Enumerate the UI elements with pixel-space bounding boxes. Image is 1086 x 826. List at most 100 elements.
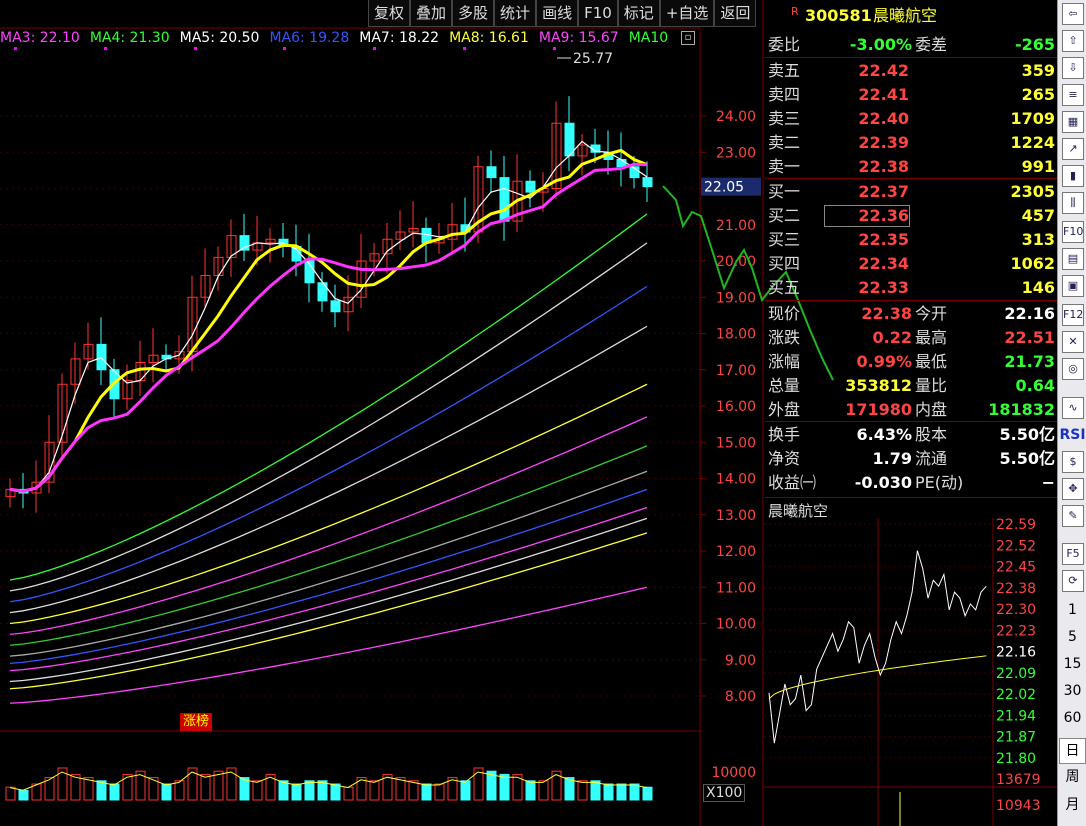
ma5-label: MA5: 20.50 bbox=[180, 30, 259, 50]
volume-bar bbox=[434, 783, 445, 801]
wave-icon[interactable]: ∿ bbox=[1062, 397, 1084, 419]
chart-icon[interactable]: ✕ bbox=[1062, 331, 1084, 353]
mini-y-tick-label: 22.38 bbox=[996, 581, 1036, 597]
divider bbox=[765, 421, 1057, 422]
level-volume: 265 bbox=[1021, 85, 1055, 104]
fuquan-button[interactable]: 复权 bbox=[368, 0, 411, 27]
doc-icon[interactable]: ▣ bbox=[1062, 275, 1084, 297]
selected-level-box bbox=[824, 205, 910, 227]
bid-row[interactable]: 买四 22.34 1062 bbox=[765, 252, 1057, 276]
ask-row[interactable]: 卖二 22.39 1224 bbox=[765, 131, 1057, 155]
stat-value: 0.22 bbox=[872, 328, 912, 347]
y-tick-label: 17.00 bbox=[716, 363, 756, 379]
fund-value: − bbox=[1041, 473, 1055, 492]
stock-code: 300581 bbox=[805, 6, 872, 25]
fund-value: -0.030 bbox=[854, 473, 912, 492]
fund-row: 收益㈠ -0.030 PE(动) − bbox=[765, 471, 1057, 495]
y-tick-label: 12.00 bbox=[716, 544, 756, 560]
f12-icon[interactable]: F12 bbox=[1062, 304, 1084, 326]
multi-stock-button[interactable]: 多股 bbox=[452, 0, 495, 27]
candle-body bbox=[486, 166, 497, 179]
mini-y-tick-label: 21.80 bbox=[996, 751, 1036, 767]
mini-y-tick-label: 22.30 bbox=[996, 602, 1036, 618]
bid-row[interactable]: 买二 22.36 457 bbox=[765, 204, 1057, 228]
dollar-icon[interactable]: $ bbox=[1062, 451, 1084, 473]
ma4-label: MA4: 21.30 bbox=[90, 30, 170, 50]
ask-row[interactable]: 卖一 22.38 991 bbox=[765, 155, 1057, 179]
volume-bar bbox=[460, 780, 471, 801]
period-month[interactable]: 月 bbox=[1058, 794, 1086, 814]
mini-volume-tick-label: 10943 bbox=[996, 798, 1041, 814]
volume-bar bbox=[291, 783, 302, 801]
pencil-icon[interactable]: ✎ bbox=[1062, 505, 1084, 527]
arrow-up-icon[interactable]: ⇧ bbox=[1062, 30, 1084, 52]
stat-row: 现价 22.38 今开 22.16 bbox=[765, 302, 1057, 326]
line-chart-icon[interactable]: ↗ bbox=[1062, 138, 1084, 160]
candle-body bbox=[330, 300, 341, 313]
f10-button[interactable]: F10 bbox=[578, 0, 618, 27]
zhangbang-badge[interactable]: 涨榜 bbox=[180, 713, 213, 731]
draw-line-button[interactable]: 画线 bbox=[536, 0, 579, 27]
f10-icon[interactable]: F10 bbox=[1062, 221, 1084, 243]
period-15[interactable]: 15 bbox=[1058, 656, 1086, 672]
f5-icon[interactable]: F5 bbox=[1062, 543, 1084, 565]
mini-y-tick-label: 22.45 bbox=[996, 560, 1036, 576]
ma-line bbox=[9, 140, 648, 492]
volume-bar bbox=[96, 780, 107, 801]
level-price: 22.42 bbox=[858, 61, 909, 80]
arrow-left-icon[interactable]: ⇦ bbox=[1062, 3, 1084, 25]
stat-label: 现价 bbox=[768, 304, 801, 323]
period-60[interactable]: 60 bbox=[1058, 710, 1086, 726]
stat-value: 181832 bbox=[988, 400, 1055, 419]
period-5[interactable]: 5 bbox=[1058, 629, 1086, 645]
level-label: 买一 bbox=[768, 182, 801, 201]
stat-value: 171980 bbox=[845, 400, 912, 419]
move-icon[interactable]: ✥ bbox=[1062, 478, 1084, 500]
candle-icon[interactable]: ▮ bbox=[1062, 165, 1084, 187]
level-price: 22.38 bbox=[858, 157, 909, 176]
arrow-down-icon[interactable]: ⇩ bbox=[1062, 57, 1084, 79]
grid-icon[interactable]: ▦ bbox=[1062, 111, 1084, 133]
candle-body bbox=[96, 343, 107, 371]
period-day[interactable]: 日 bbox=[1059, 738, 1086, 764]
bid-row[interactable]: 买一 22.37 2305 bbox=[765, 180, 1057, 204]
period-1[interactable]: 1 bbox=[1058, 602, 1086, 618]
ask-row[interactable]: 卖四 22.41 265 bbox=[765, 83, 1057, 107]
mark-button[interactable]: 标记 bbox=[617, 0, 660, 27]
volume-bar bbox=[343, 786, 354, 801]
rsi-icon[interactable]: RSI bbox=[1058, 427, 1086, 443]
y-tick-label: 13.00 bbox=[716, 508, 756, 524]
statistics-button[interactable]: 统计 bbox=[494, 0, 537, 27]
volume-bar bbox=[408, 780, 419, 801]
volume-bar bbox=[18, 789, 29, 801]
period-30[interactable]: 30 bbox=[1058, 683, 1086, 699]
table-icon[interactable]: ▤ bbox=[1062, 248, 1084, 270]
y-tick-label: 9.00 bbox=[725, 653, 756, 669]
refresh-icon[interactable]: ◎ bbox=[1062, 358, 1084, 380]
refresh-green-icon[interactable]: ⟳ bbox=[1062, 570, 1084, 592]
volume-unit-label: X100 bbox=[703, 784, 746, 802]
ma-legend: MA3: 22.10 MA4: 21.30 MA5: 20.50 MA6: 19.28… bbox=[0, 28, 678, 50]
bid-row[interactable]: 买五 22.33 146 bbox=[765, 276, 1057, 300]
report-icon[interactable]: ≡ bbox=[1062, 84, 1084, 106]
legend-toggle-icon[interactable]: ▫ bbox=[681, 31, 695, 45]
level-volume: 146 bbox=[1021, 278, 1055, 297]
volume-bar bbox=[252, 780, 263, 801]
candle-body bbox=[525, 180, 536, 193]
add-watchlist-button[interactable]: +自选 bbox=[659, 0, 715, 27]
level-volume: 1709 bbox=[1010, 109, 1055, 128]
ask-row[interactable]: 卖三 22.40 1709 bbox=[765, 107, 1057, 131]
divider bbox=[765, 178, 1057, 179]
bid-row[interactable]: 买三 22.35 313 bbox=[765, 228, 1057, 252]
back-button[interactable]: 返回 bbox=[714, 0, 757, 27]
stat-value: 22.38 bbox=[861, 304, 912, 323]
level-label: 买三 bbox=[768, 230, 801, 249]
period-week[interactable]: 周 bbox=[1058, 766, 1086, 786]
volume-bar bbox=[187, 767, 198, 801]
ask-row[interactable]: 卖五 22.42 359 bbox=[765, 59, 1057, 83]
kline-icon[interactable]: ⫼ bbox=[1062, 192, 1084, 214]
mini-y-tick-label: 22.02 bbox=[996, 687, 1036, 703]
fund-label: 净资 bbox=[768, 449, 801, 468]
y-tick-label: 18.00 bbox=[716, 327, 756, 343]
overlay-button[interactable]: 叠加 bbox=[410, 0, 453, 27]
